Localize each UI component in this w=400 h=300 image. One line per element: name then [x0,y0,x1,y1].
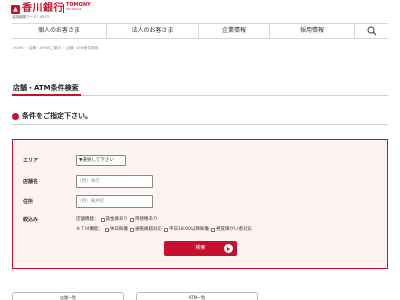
holdings-brand-sub: HOLDINGS [66,8,82,11]
breadcrumb: HOME › 店舗・ATMのご案内 › 店舗・ATM条件検索 [13,46,98,51]
checkbox-passbook[interactable] [130,228,134,232]
section-divider [12,124,388,125]
area-label: エリア [23,158,39,164]
nav-item-company-info[interactable]: 企業情報 [198,24,269,38]
bullet-icon [12,113,19,120]
address-input[interactable] [76,195,153,208]
area-select[interactable]: ▼選択して下さい [76,155,126,166]
nav-item-personal[interactable]: 個人のお客さま [12,24,106,38]
store-function-label: 店舗機能： [76,217,99,222]
option-passbook: 通帳繰越対応 [135,227,162,232]
option-safe-deposit: 貸金庫あり [105,217,129,222]
search-icon [367,26,376,36]
nav-item-corporate[interactable]: 法人のお客さま [106,24,198,38]
atm-function-row: ＡＴＭ機能： 休日稼働 通帳繰越対応 平日18:00以降稼働 視覚障がい者対応 [76,227,252,233]
checkbox-exchange[interactable] [130,218,134,222]
breadcrumb-store-guide[interactable]: 店舗・ATMのご案内 [29,46,61,50]
checkbox-safe-deposit[interactable] [100,218,105,222]
title-accent-bar [12,94,81,96]
site-header: 香川銀行 TOMONY HOLDINGS 金融機関コード：0573 [0,0,400,22]
option-exchange: 両替機あり [135,217,158,222]
bank-code: 金融機関コード：0573 [12,15,49,19]
bank-logo-icon [11,5,20,14]
breadcrumb-home[interactable]: HOME [13,46,24,50]
breadcrumb-separator: › [25,46,28,50]
nav-search-button[interactable] [354,24,388,38]
checkbox-visual-impairment[interactable] [210,228,215,232]
main-nav: 個人のお客さま 法人のお客さま 企業情報 採用情報 [12,23,388,39]
atm-function-label: ＡＴＭ機能： [76,227,103,232]
checkbox-holiday[interactable] [105,228,109,232]
option-after-18: 平日18:00以降稼働 [169,227,209,232]
arrow-right-icon [224,244,233,253]
checkbox-after-18[interactable] [164,228,168,232]
option-holiday: 休日稼働 [110,227,128,232]
option-visual-impairment: 視覚障がい者対応 [215,227,252,232]
store-function-row: 店舗機能： 貸金庫あり 両替機あり [76,217,158,223]
store-list-card[interactable]: 店舗一覧 [12,292,124,300]
search-button-label: 検索 [195,245,206,251]
bank-name[interactable]: 香川銀行 [22,3,64,14]
filter-label: 絞込み [23,217,39,223]
search-button[interactable]: 検索 [164,241,237,256]
nav-item-recruit[interactable]: 採用情報 [269,24,354,38]
search-form: エリア ▼選択して下さい 店舗名 住所 絞込み 店舗機能： 貸金庫あり 両替機あ… [12,139,388,269]
section-heading: 条件をご指定下さい。 [12,111,92,122]
store-name-label: 店舗名 [23,179,39,185]
breadcrumb-separator: › [62,46,65,50]
logo-divider [63,4,64,13]
page-title: 店舗・ATM条件検索 [13,84,79,92]
atm-list-card[interactable]: ATM一覧 [136,292,258,300]
address-label: 住所 [23,199,34,205]
store-name-input[interactable] [76,175,153,188]
section-heading-text: 条件をご指定下さい。 [22,112,92,120]
breadcrumb-current: 店舗・ATM条件検索 [66,46,98,50]
